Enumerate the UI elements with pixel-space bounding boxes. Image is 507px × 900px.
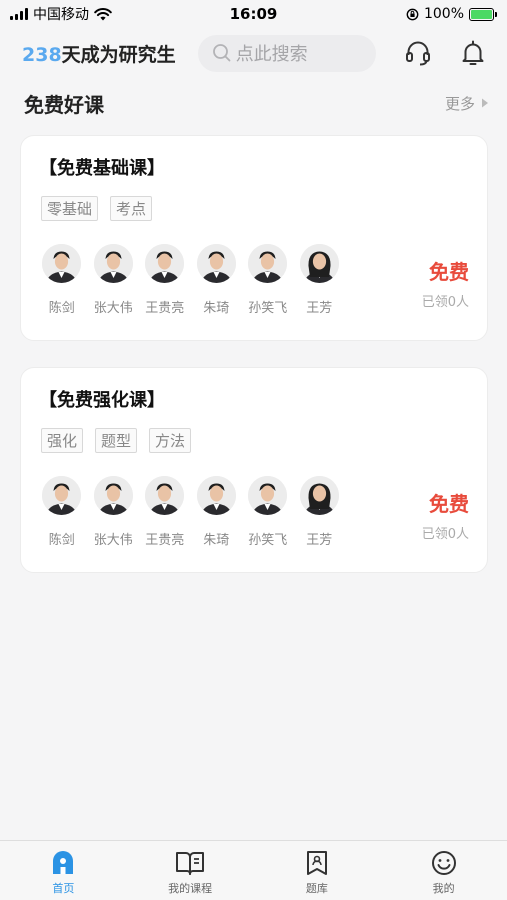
course-tag: 方法 [149,428,192,453]
teacher-name: 陈剑 [48,533,75,548]
tab-label: 题库 [305,882,328,895]
teacher-item[interactable]: 陈剑 [36,476,88,548]
tab-label: 首页 [52,882,75,895]
countdown-days: 238 [22,43,62,66]
bell-icon[interactable] [461,39,485,67]
battery-icon [469,7,497,21]
course-tags: 强化 题型 方法 [41,428,192,453]
teacher-name: 孙笑飞 [248,533,288,548]
status-right: 100% [406,6,497,22]
status-bar: 中国移动 16:09 100% [0,0,507,28]
teacher-item[interactable]: 王芳 [294,476,346,548]
teacher-name: 朱琦 [203,301,230,316]
teacher-name: 王芳 [306,301,333,316]
avatar [196,476,236,515]
avatar [145,476,185,515]
teacher-item[interactable]: 张大伟 [88,476,140,548]
section-title: 免费好课 [24,92,104,117]
teacher-name: 张大伟 [93,533,133,548]
avatar [196,244,236,283]
bookmark-icon [306,851,327,875]
teacher-item[interactable]: 朱琦 [191,476,243,548]
tab-home[interactable]: 首页 [0,841,127,900]
price-block: 免费已领0人 [422,488,469,542]
rotation-lock-icon [406,8,419,20]
carrier-name: 中国移动 [33,7,89,23]
tab-question-bank[interactable]: 题库 [254,841,381,900]
exam-countdown[interactable]: 238天成为研究生 [22,40,176,67]
teacher-item[interactable]: 张大伟 [88,244,140,316]
tab-profile[interactable]: 我的 [380,841,507,900]
tab-label: 我的 [432,882,455,895]
teacher-item[interactable]: 孙笑飞 [242,476,294,548]
course-tag: 零基础 [41,196,99,221]
teacher-name: 朱琦 [203,533,230,548]
book-icon [176,852,205,875]
chevron-right-icon [482,98,488,108]
avatar [248,476,288,515]
teacher-item[interactable]: 王芳 [294,244,346,316]
teacher-item[interactable]: 王贵亮 [139,244,191,316]
teacher-name: 王贵亮 [145,301,185,316]
more-link[interactable]: 更多 [445,93,489,114]
avatar [299,244,339,283]
search-input[interactable]: 点此搜索 [197,34,376,72]
teacher-name: 王贵亮 [145,533,185,548]
teacher-item[interactable]: 陈剑 [36,244,88,316]
course-card[interactable]: 【免费强化课】强化 题型 方法陈剑 张大伟 王贵亮 朱琦 孙笑飞 王芳 免费已领0人 [20,367,488,573]
price-block: 免费已领0人 [422,256,469,310]
enrolled-count: 已领0人 [421,527,469,542]
teacher-list: 陈剑 张大伟 王贵亮 朱琦 孙笑飞 王芳 [36,476,345,548]
tab-bar: 首页 我的课程 题库 我的 [0,840,507,900]
teacher-name: 陈剑 [48,301,75,316]
headset-icon[interactable] [405,39,431,67]
search-placeholder: 点此搜索 [235,44,308,65]
course-card[interactable]: 【免费基础课】零基础 考点陈剑 张大伟 王贵亮 朱琦 孙笑飞 王芳 免费已领0人 [20,135,488,341]
countdown-text: 天成为研究生 [61,43,176,66]
battery-percent: 100% [423,6,464,22]
avatar [145,244,185,283]
price-label: 免费 [429,260,469,284]
avatar [299,476,339,515]
tab-label: 我的课程 [168,882,213,895]
teacher-item[interactable]: 孙笑飞 [242,244,294,316]
course-tag: 强化 [41,428,84,453]
course-tags: 零基础 考点 [41,196,153,221]
teacher-item[interactable]: 朱琦 [191,244,243,316]
smile-icon [431,851,456,875]
tab-my-courses[interactable]: 我的课程 [127,841,254,900]
header-actions [405,39,485,67]
signal-icon [10,8,28,20]
search-icon [212,44,231,62]
course-title: 【免费强化课】 [39,390,165,411]
status-left: 中国移动 [10,4,112,24]
course-tag: 考点 [110,196,153,221]
course-title: 【免费基础课】 [39,158,165,179]
home-icon [53,851,74,874]
teacher-item[interactable]: 王贵亮 [139,476,191,548]
teacher-name: 孙笑飞 [248,301,288,316]
wifi-icon [94,7,112,20]
enrolled-count: 已领0人 [421,295,469,310]
course-tag: 题型 [95,428,138,453]
price-label: 免费 [429,492,469,516]
teacher-list: 陈剑 张大伟 王贵亮 朱琦 孙笑飞 王芳 [36,244,345,316]
avatar [42,476,82,515]
teacher-name: 王芳 [306,533,333,548]
avatar [93,476,133,515]
free-courses-section-head: 免费好课 更多 [24,86,489,120]
teacher-name: 张大伟 [93,301,133,316]
header: 238天成为研究生 点此搜索 [0,28,507,78]
avatar [93,244,133,283]
avatar [248,244,288,283]
avatar [42,244,82,283]
more-label: 更多 [444,94,475,113]
